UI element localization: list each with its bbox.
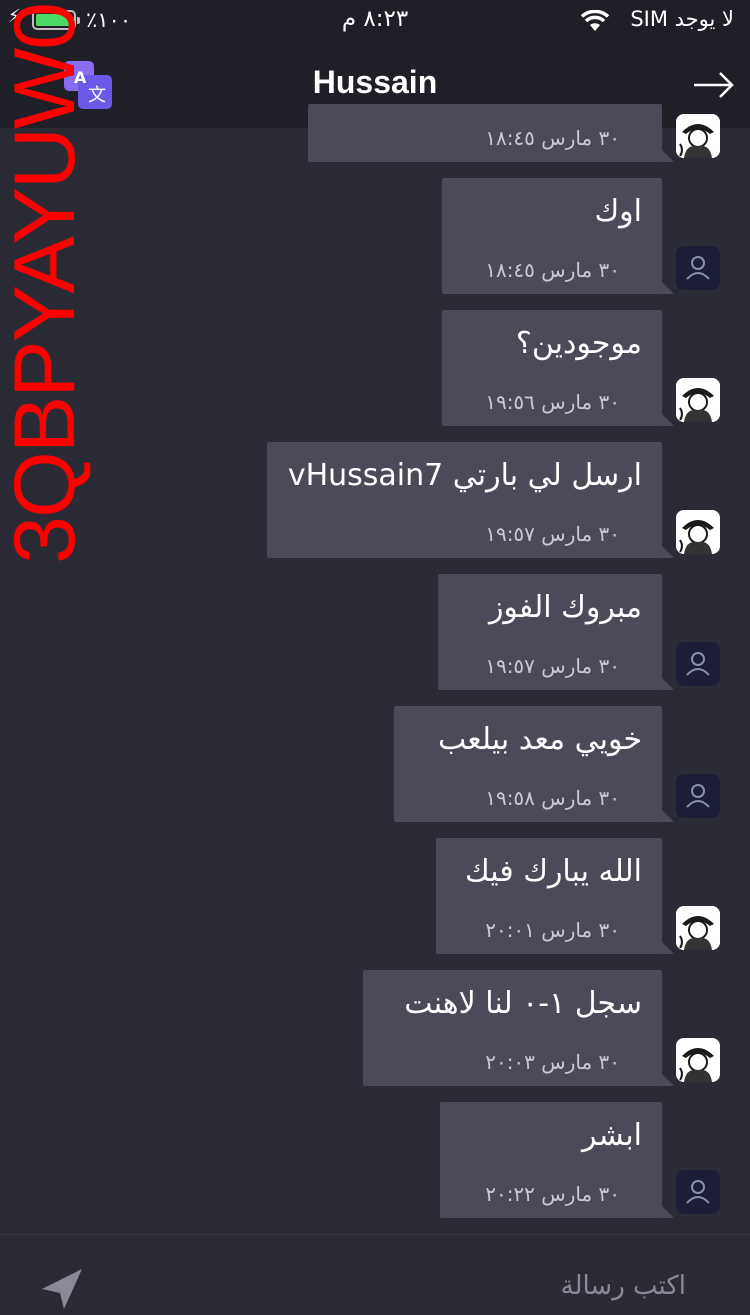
user-avatar[interactable] [676, 642, 720, 686]
message-text: مبروك الفوز [488, 590, 642, 625]
avatar-photo-icon [676, 510, 720, 554]
message-text: سجل ١-٠ لنا لاهنت [404, 986, 642, 1021]
user-icon [686, 256, 710, 280]
bubble-tail [662, 942, 674, 954]
contact-avatar[interactable] [676, 1038, 720, 1082]
bubble-tail [662, 1206, 674, 1218]
bubble-tail [662, 810, 674, 822]
message-bubble[interactable]: موجودين؟ ٣٠ مارس ١٩:٥٦ [442, 310, 674, 426]
send-icon [42, 1269, 82, 1309]
message-text: موجودين؟ [515, 326, 642, 361]
message-time: ٣٠ مارس ٢٠:٠١ [485, 918, 620, 942]
message-bubble[interactable]: الله يبارك فيك ٣٠ مارس ٢٠:٠١ [436, 838, 674, 954]
message-text: ارسل لي بارتي vHussain7 [287, 458, 642, 493]
message-time: ٣٠ مارس ١٨:٤٥ [485, 258, 620, 282]
bubble-tail [662, 678, 674, 690]
message-text: الله يبارك فيك [465, 854, 642, 889]
avatar-photo-icon [676, 1038, 720, 1082]
message-time: ٣٠ مارس ١٨:٤٥ [485, 126, 620, 150]
message-bubble[interactable]: ارسل لي بارتي vHussain7 ٣٠ مارس ١٩:٥٧ [267, 442, 674, 558]
user-avatar[interactable] [676, 246, 720, 290]
avatar-photo-icon [676, 114, 720, 158]
bubble-tail [662, 150, 674, 162]
message-time: ٣٠ مارس ١٩:٥٨ [485, 786, 620, 810]
contact-avatar[interactable] [676, 510, 720, 554]
chat-title: Hussain [312, 64, 438, 100]
bubble-tail [662, 414, 674, 426]
message-bubble[interactable]: سجل ١-٠ لنا لاهنت ٣٠ مارس ٢٠:٠٣ [363, 970, 674, 1086]
user-avatar[interactable] [676, 1170, 720, 1214]
message-time: ٣٠ مارس ٢٠:٢٢ [485, 1182, 620, 1206]
message-bubble[interactable]: ابشر ٣٠ مارس ٢٠:٢٢ [440, 1102, 674, 1218]
message-text: اوك [594, 194, 642, 229]
message-input[interactable] [284, 1265, 688, 1307]
bubble-tail [662, 1074, 674, 1086]
message-time: ٣٠ مارس ١٩:٥٧ [485, 654, 620, 678]
bubble-tail [662, 282, 674, 294]
message-text: خويي معد بيلعب [437, 722, 642, 757]
message-bubble[interactable]: اوك ٣٠ مارس ١٨:٤٥ [442, 178, 674, 294]
contact-avatar[interactable] [676, 114, 720, 158]
message-text: ابشر [582, 1118, 642, 1153]
avatar-photo-icon [676, 906, 720, 950]
user-icon [686, 784, 710, 808]
message-bubble[interactable]: مبروك الفوز ٣٠ مارس ١٩:٥٧ [438, 574, 674, 690]
user-avatar[interactable] [676, 774, 720, 818]
back-button[interactable] [692, 70, 736, 100]
carrier-label: لا يوجد SIM [630, 7, 734, 31]
message-time: ٣٠ مارس ٢٠:٠٣ [485, 1050, 620, 1074]
message-input-bar [0, 1234, 750, 1310]
message-time: ٣٠ مارس ١٩:٥٦ [485, 390, 620, 414]
contact-avatar[interactable] [676, 378, 720, 422]
status-bar: ⚡ ٪١٠٠ ٨:٢٣ م لا يوجد SIM [0, 0, 750, 44]
bubble-tail [662, 546, 674, 558]
avatar-photo-icon [676, 378, 720, 422]
send-button[interactable] [40, 1267, 84, 1311]
message-time: ٣٠ مارس ١٩:٥٧ [485, 522, 620, 546]
arrow-right-icon [694, 72, 734, 98]
user-icon [686, 652, 710, 676]
message-bubble[interactable]: ٣٠ مارس ١٨:٤٥ [308, 104, 674, 162]
message-bubble[interactable]: خويي معد بيلعب ٣٠ مارس ١٩:٥٨ [394, 706, 674, 822]
user-icon [686, 1180, 710, 1204]
contact-avatar[interactable] [676, 906, 720, 950]
wifi-icon [580, 10, 610, 31]
